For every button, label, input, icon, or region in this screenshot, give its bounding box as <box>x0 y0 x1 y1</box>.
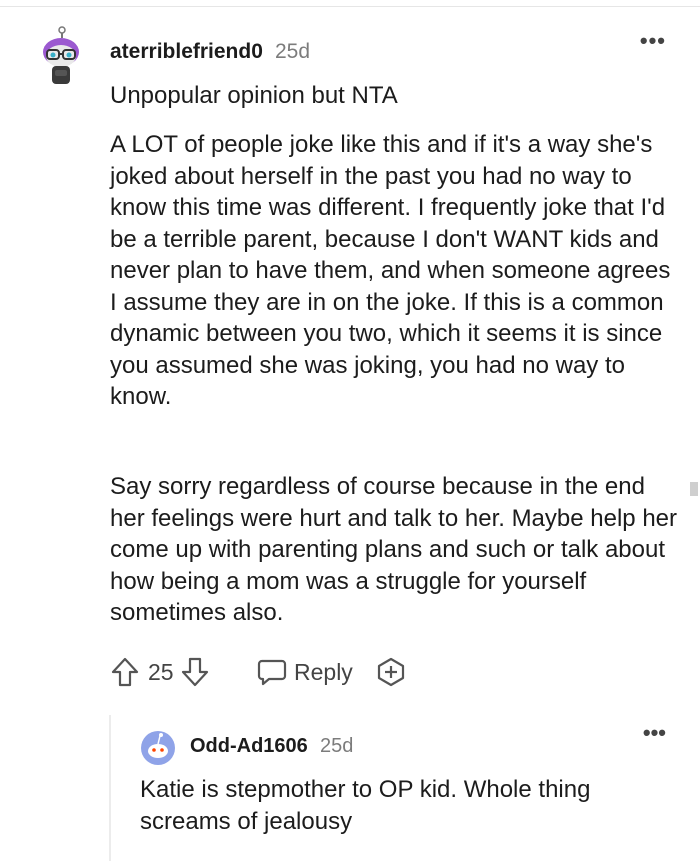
comment-username[interactable]: aterriblefriend0 <box>110 40 263 64</box>
upvote-icon[interactable] <box>110 656 140 688</box>
comment-paragraph-2: A LOT of people joke like this and if it… <box>110 131 671 410</box>
comment-actions: 25 Reply <box>110 656 450 692</box>
downvote-icon[interactable] <box>180 656 210 688</box>
reply-user-avatar[interactable] <box>140 727 176 767</box>
reply-button[interactable]: Reply <box>256 656 353 688</box>
reply-more-options-icon[interactable]: ••• <box>643 722 666 744</box>
reply-bubble-icon <box>257 659 287 686</box>
thread-line[interactable] <box>109 715 111 861</box>
reply-username[interactable]: Odd-Ad1606 <box>190 735 308 758</box>
user-avatar[interactable] <box>38 26 84 88</box>
reply-age: 25d <box>320 735 354 757</box>
reply-text: Katie is stepmother to OP kid. Whole thi… <box>140 776 591 835</box>
scrollbar-thumb[interactable] <box>690 482 698 496</box>
comment-paragraph-1: Unpopular opinion but NTA <box>110 82 398 109</box>
comment-paragraph-3: Say sorry regardless of course because i… <box>110 473 677 626</box>
reply-label: Reply <box>294 658 353 685</box>
comment-age: 25d <box>275 40 311 63</box>
vote-count: 25 <box>148 659 174 685</box>
award-icon[interactable] <box>375 656 407 688</box>
top-divider <box>0 6 700 7</box>
more-options-icon[interactable]: ••• <box>640 30 666 52</box>
